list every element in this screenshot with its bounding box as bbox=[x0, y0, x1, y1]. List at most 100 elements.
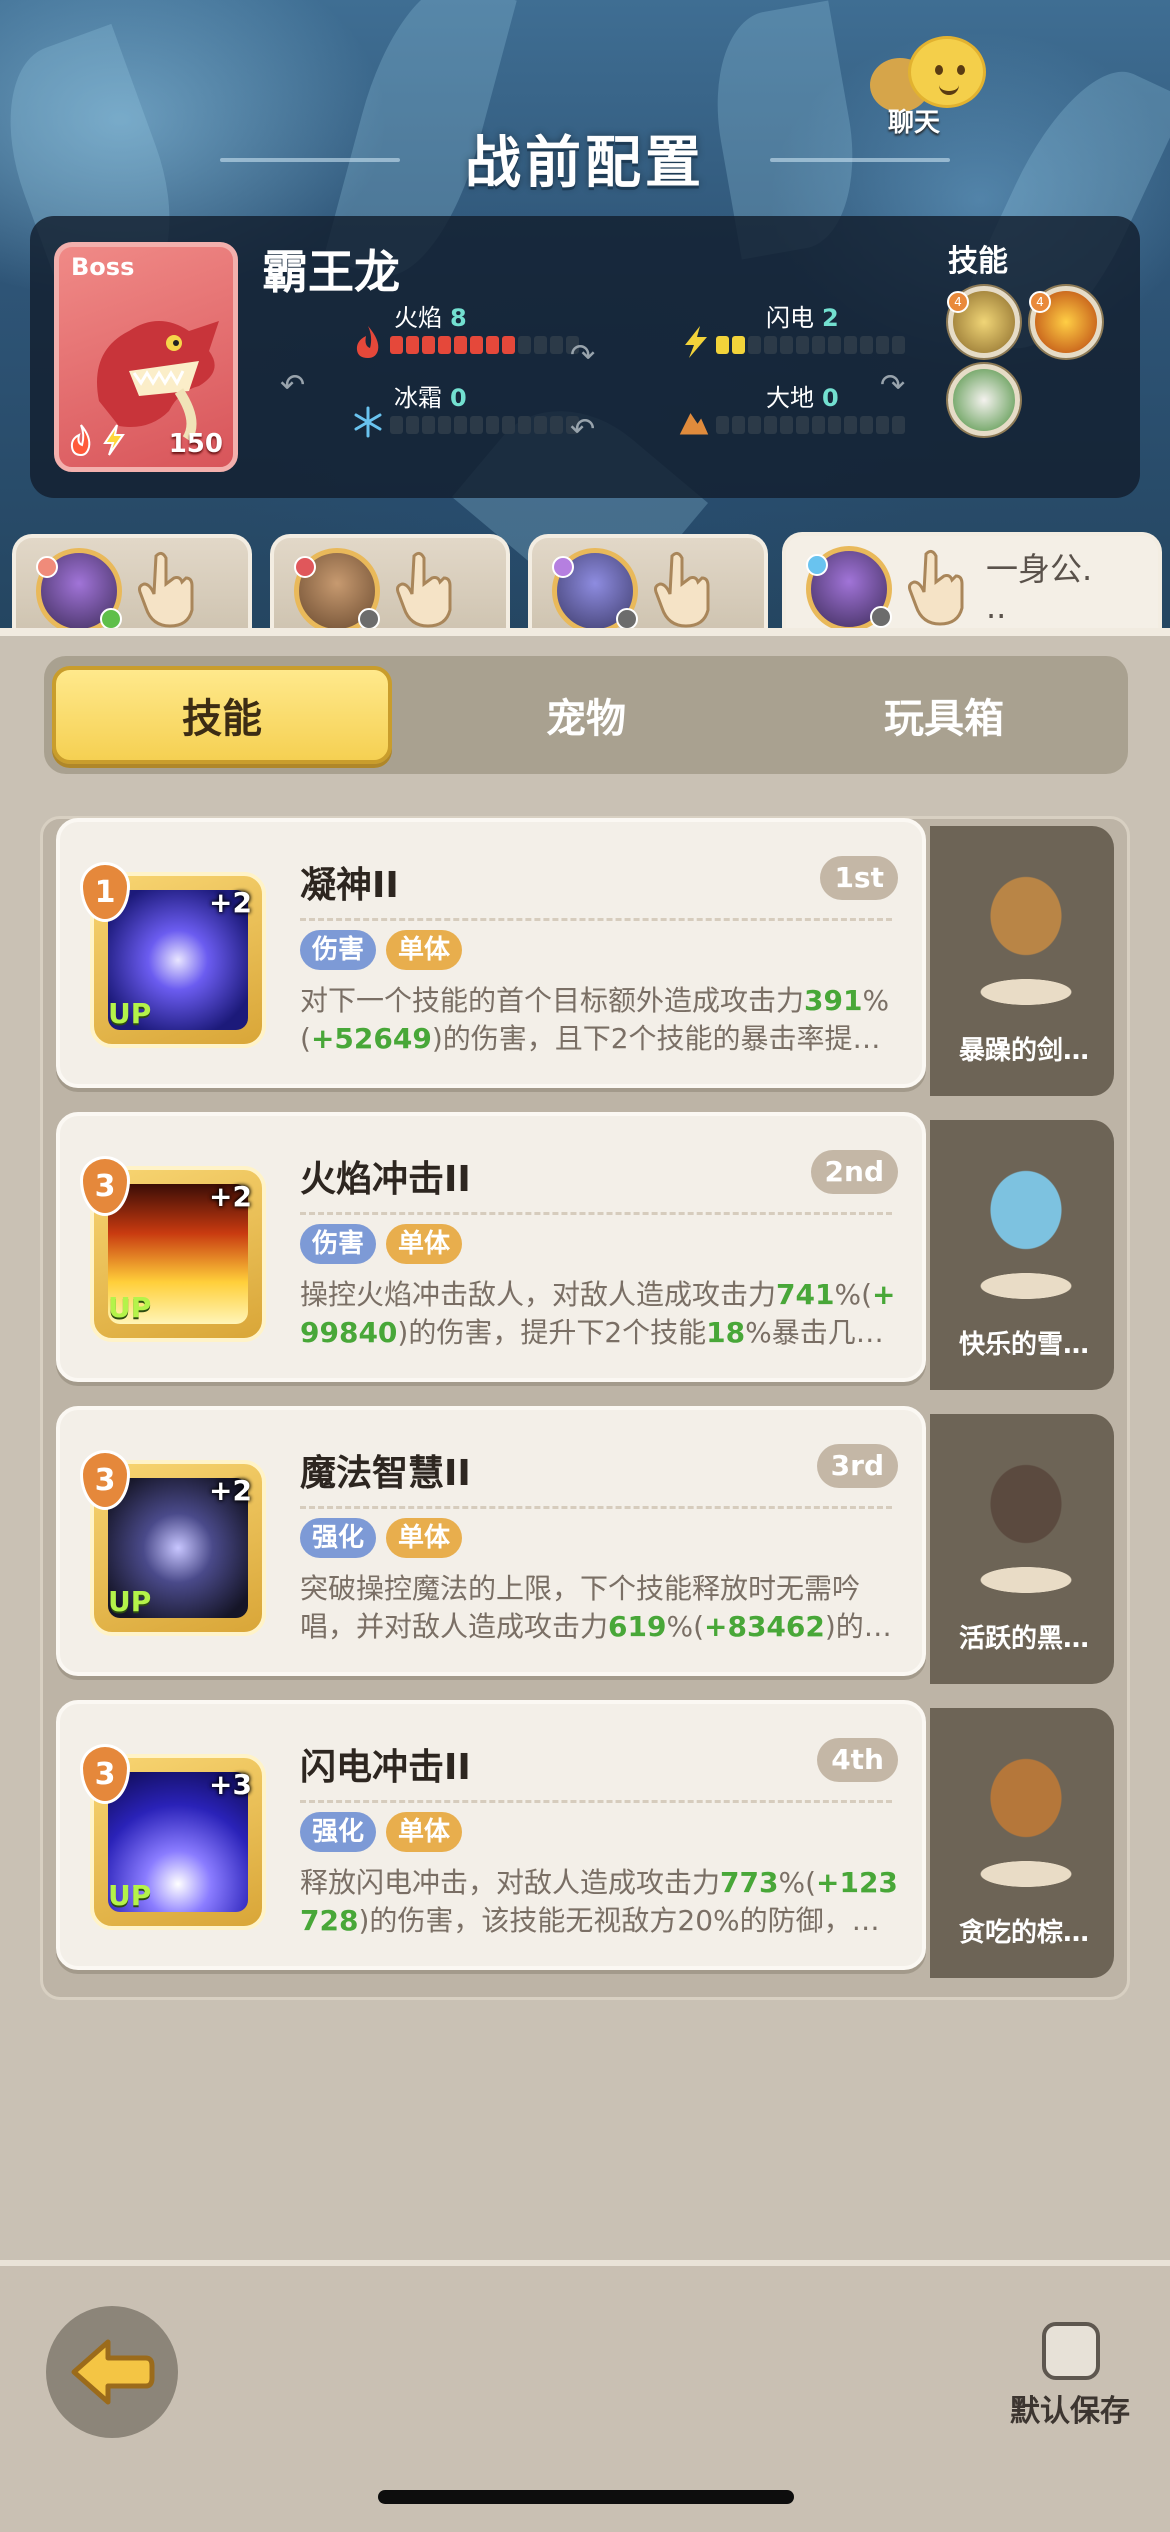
hero-element-badge-icon bbox=[806, 554, 828, 576]
divider bbox=[300, 1212, 892, 1215]
skill-description: 操控火焰冲击敌人，对敌人造成攻击力741%(+99840)的伤害，提升下2个技能… bbox=[300, 1276, 900, 1390]
skill-stat-value: 741 bbox=[776, 1278, 835, 1311]
element-bar-segment bbox=[764, 416, 777, 434]
element-bar-segment bbox=[892, 416, 905, 434]
pet-slot[interactable]: 暴躁的剑… bbox=[930, 826, 1114, 1096]
skill-tag: 强化 bbox=[300, 1812, 377, 1852]
pet-name: 贪吃的棕… bbox=[958, 1918, 1089, 1948]
element-bar-segment bbox=[812, 416, 825, 434]
hand-cursor-icon bbox=[396, 551, 452, 628]
skill-tag: 强化 bbox=[300, 1518, 377, 1558]
element-bar-segment bbox=[828, 336, 841, 354]
pet-slot[interactable]: 快乐的雪… bbox=[930, 1120, 1114, 1390]
back-button[interactable] bbox=[46, 2306, 178, 2438]
boss-skill-claw-icon[interactable]: 4 bbox=[947, 286, 1020, 358]
default-save-checkbox[interactable] bbox=[1042, 2322, 1100, 2380]
hero-tab-3[interactable] bbox=[528, 534, 768, 634]
home-indicator[interactable] bbox=[378, 2490, 794, 2504]
skill-upgrade-indicator: UP bbox=[108, 1585, 152, 1618]
hand-cursor-icon bbox=[654, 551, 710, 628]
element-lightning-value: 2 bbox=[822, 304, 839, 332]
boss-info-panel: Boss 150 霸王龙 火焰 8 闪电 2 冰霜 0 大地 0 ↷ ↶ ↷ ↶… bbox=[30, 216, 1140, 498]
chat-button[interactable]: 聊天 bbox=[868, 30, 998, 140]
element-bar-segment bbox=[876, 416, 889, 434]
skill-name: 闪电冲击II bbox=[300, 1747, 471, 1788]
element-bar-segment bbox=[828, 416, 841, 434]
element-lightning-label: 闪电 bbox=[766, 304, 814, 332]
element-bar-segment bbox=[550, 416, 563, 434]
skill-description-text: %( bbox=[834, 1278, 872, 1311]
element-bar-segment bbox=[748, 416, 761, 434]
snowflake-icon bbox=[354, 406, 382, 438]
skill-name: 火焰冲击II bbox=[300, 1159, 471, 1200]
element-bar-segment bbox=[390, 336, 403, 354]
element-frost-value: 0 bbox=[450, 384, 467, 412]
lightning-icon bbox=[103, 424, 125, 456]
pet-name: 快乐的雪… bbox=[958, 1330, 1089, 1360]
element-bar-segment bbox=[502, 336, 515, 354]
tab-pets[interactable]: 宠物 bbox=[416, 666, 756, 764]
skill-stat-value: 391 bbox=[804, 984, 863, 1017]
element-bar-segment bbox=[812, 336, 825, 354]
pet-figure-icon bbox=[966, 1444, 1086, 1594]
skill-tag: 单体 bbox=[386, 1812, 463, 1852]
hero-class-badge-icon bbox=[870, 606, 892, 628]
skill-stat-value: +83462 bbox=[704, 1610, 825, 1643]
element-bar-segment bbox=[844, 416, 857, 434]
hero-element-badge-icon bbox=[552, 556, 574, 578]
chat-label: 聊天 bbox=[888, 108, 941, 138]
hand-cursor-icon bbox=[138, 551, 194, 628]
element-bar-segment bbox=[860, 336, 873, 354]
element-bar-segment bbox=[892, 336, 905, 354]
boss-level: 150 bbox=[168, 429, 223, 459]
skill-description-text: )的伤害，提升下2个技能 bbox=[397, 1316, 707, 1349]
skill-name: 凝神II bbox=[300, 865, 399, 906]
skill-plus-level: +2 bbox=[209, 1474, 252, 1507]
element-bar-segment bbox=[486, 416, 499, 434]
skill-card-flame-strike[interactable]: +2 UP 3 火焰冲击II 2nd 伤害 单体 操控火焰冲击敌人，对敌人造成攻击力741%(… bbox=[56, 1112, 926, 1382]
skill-card-lightning-strike[interactable]: +3 UP 3 闪电冲击II 4th 强化 单体 释放闪电冲击，对敌人造成攻击力773%(+1… bbox=[56, 1700, 926, 1970]
skill-stat-value: 18 bbox=[706, 1316, 746, 1349]
skill-card-magic-wisdom[interactable]: +2 UP 3 魔法智慧II 3rd 强化 单体 突破操控魔法的上限，下个技能释放时无需吟唱，… bbox=[56, 1406, 926, 1676]
skill-description: 突破操控魔法的上限，下个技能释放时无需吟唱，并对敌人造成攻击力619%(+834… bbox=[300, 1570, 900, 1684]
tab-toybox[interactable]: 玩具箱 bbox=[774, 666, 1114, 764]
skill-upgrade-indicator: UP bbox=[108, 1879, 152, 1912]
trex-icon bbox=[97, 321, 219, 441]
pet-slot[interactable]: 活跃的黑… bbox=[930, 1414, 1114, 1684]
skill-order-badge: 4th bbox=[817, 1738, 898, 1782]
pet-name: 暴躁的剑… bbox=[958, 1036, 1089, 1066]
element-frost-bar bbox=[390, 416, 579, 434]
boss-portrait-card[interactable]: Boss 150 bbox=[54, 242, 238, 472]
element-fire-bar bbox=[390, 336, 579, 354]
pet-slot[interactable]: 贪吃的棕… bbox=[930, 1708, 1114, 1978]
element-earth-label: 大地 bbox=[766, 384, 814, 412]
tab-skills[interactable]: 技能 bbox=[52, 666, 392, 764]
element-bar-segment bbox=[438, 416, 451, 434]
skill-card-focus[interactable]: +2 UP 1 凝神II 1st 伤害 单体 对下一个技能的首个目标额外造成攻击力391%(+… bbox=[56, 818, 926, 1088]
hero-tab-4[interactable]: 一身公. .. bbox=[782, 532, 1162, 632]
hero-tab-1[interactable] bbox=[12, 534, 252, 634]
element-bar-segment bbox=[732, 336, 745, 354]
hero-tab-2[interactable] bbox=[270, 534, 510, 634]
element-earth-value: 0 bbox=[822, 384, 839, 412]
element-bar-segment bbox=[470, 416, 483, 434]
skill-order-badge: 3rd bbox=[816, 1444, 898, 1488]
lightning-icon bbox=[685, 326, 707, 358]
hero-class-badge-icon bbox=[100, 608, 122, 630]
hero-class-badge-icon bbox=[616, 608, 638, 630]
element-bar-segment bbox=[422, 416, 435, 434]
skill-tags: 强化 单体 bbox=[300, 1518, 463, 1558]
element-bar-segment bbox=[454, 416, 467, 434]
skill-stat-value: 619 bbox=[608, 1610, 667, 1643]
element-bar-segment bbox=[454, 336, 467, 354]
element-bar-segment bbox=[748, 336, 761, 354]
boss-skill-fire-ring-icon[interactable]: 4 bbox=[1029, 286, 1102, 358]
skill-description-text: 释放闪电冲击，对敌人造成攻击力 bbox=[300, 1866, 721, 1899]
boss-skill-bite-icon[interactable] bbox=[948, 364, 1020, 436]
element-bar-segment bbox=[502, 416, 515, 434]
cycle-arrow-icon: ↷ bbox=[880, 368, 906, 403]
cycle-arrow-icon: ↶ bbox=[570, 412, 596, 447]
element-bar-segment bbox=[796, 416, 809, 434]
chat-smiley-icon bbox=[908, 36, 986, 108]
skill-upgrade-indicator: UP bbox=[108, 997, 152, 1030]
